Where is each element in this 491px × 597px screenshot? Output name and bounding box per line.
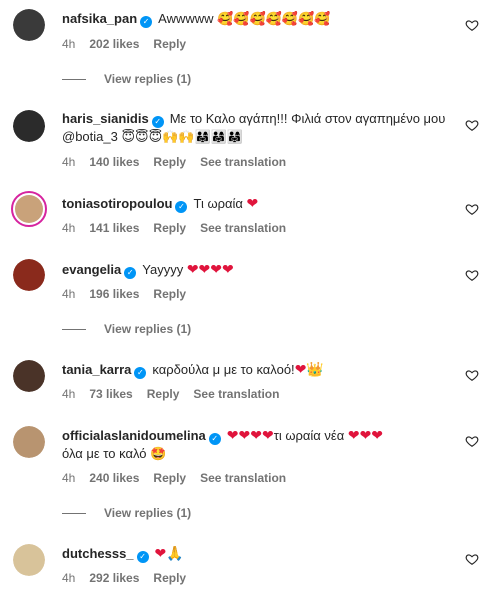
see-translation-button[interactable]: See translation — [193, 387, 279, 401]
comment-time[interactable]: 4h — [62, 287, 75, 301]
reply-button[interactable]: Reply — [153, 471, 186, 485]
comment-emoji: ❤👑 — [294, 361, 324, 377]
reply-button[interactable]: Reply — [153, 155, 186, 169]
avatar[interactable] — [13, 360, 45, 392]
comment-time[interactable]: 4h — [62, 221, 75, 235]
comment-username[interactable]: officialaslanidoumelina — [62, 428, 206, 443]
heart-outline-icon[interactable] — [465, 202, 479, 216]
verified-badge-icon: ✓ — [208, 433, 221, 445]
verified-badge-icon: ✓ — [134, 367, 147, 379]
verified-badge-icon: ✓ — [140, 16, 153, 28]
comment-text: Awwwww — [158, 11, 214, 26]
comment-time[interactable]: 4h — [62, 387, 75, 401]
view-replies-button[interactable]: View replies (1) — [62, 506, 191, 520]
heart-outline-icon[interactable] — [465, 268, 479, 282]
comment-text: τι ωραία νέα — [273, 428, 345, 443]
comment-time[interactable]: 4h — [62, 37, 75, 51]
comment-emoji: ❤ — [246, 195, 259, 211]
comment-likes[interactable]: 140 likes — [89, 155, 139, 169]
see-translation-button[interactable]: See translation — [200, 155, 286, 169]
view-replies-label: View replies (1) — [104, 506, 192, 520]
comment-time[interactable]: 4h — [62, 155, 75, 169]
reply-button[interactable]: Reply — [153, 221, 186, 235]
view-replies-button[interactable]: View replies (1) — [62, 72, 191, 86]
comment-username[interactable]: nafsika_pan — [62, 11, 137, 26]
comment-likes[interactable]: 141 likes — [89, 221, 139, 235]
comment-time[interactable]: 4h — [62, 471, 75, 485]
reply-button[interactable]: Reply — [153, 287, 186, 301]
comment-emoji-line2: 🤩 — [150, 447, 167, 462]
verified-badge-icon: ✓ — [124, 267, 137, 279]
verified-badge-icon: ✓ — [136, 551, 149, 563]
comment-username[interactable]: haris_sianidis — [62, 111, 149, 126]
avatar[interactable] — [13, 110, 45, 142]
comment-likes[interactable]: 202 likes — [89, 37, 139, 51]
heart-outline-icon[interactable] — [465, 118, 479, 132]
heart-outline-icon[interactable] — [465, 552, 479, 566]
heart-outline-icon[interactable] — [465, 18, 479, 32]
avatar[interactable] — [13, 544, 45, 576]
see-translation-button[interactable]: See translation — [200, 221, 286, 235]
comment-likes[interactable]: 292 likes — [89, 571, 139, 585]
view-replies-label: View replies (1) — [104, 72, 192, 86]
comment-time[interactable]: 4h — [62, 571, 75, 585]
comment-username[interactable]: tania_karra — [62, 362, 131, 377]
comment-emoji-before: ❤❤❤❤ — [226, 427, 274, 443]
comment-text-line2: όλα με το καλό — [62, 446, 147, 461]
comment-emoji: ❤❤❤ — [347, 427, 384, 443]
comment-username[interactable]: dutchesss_ — [62, 546, 134, 561]
avatar[interactable] — [13, 426, 45, 458]
avatar[interactable] — [13, 9, 45, 41]
reply-button[interactable]: Reply — [147, 387, 180, 401]
comment-username[interactable]: toniasotiropoulou — [62, 196, 172, 211]
divider — [62, 512, 86, 514]
comment-emoji: ❤❤❤❤ — [186, 261, 234, 277]
verified-badge-icon: ✓ — [151, 116, 164, 128]
reply-button[interactable]: Reply — [153, 571, 186, 585]
view-replies-label: View replies (1) — [104, 322, 192, 336]
divider — [62, 328, 86, 330]
comment-text: Τι ωραία — [193, 196, 243, 211]
heart-outline-icon[interactable] — [465, 434, 479, 448]
divider — [62, 78, 86, 80]
comment-emoji: ❤🙏 — [154, 545, 184, 561]
comment-emoji: 🥰🥰🥰🥰🥰🥰🥰 — [217, 12, 331, 27]
comment-emoji: 😇😇😇🙌🙌👨‍👩‍👧👨‍👩‍👧👨‍👩‍👧 — [121, 130, 244, 145]
avatar[interactable] — [13, 259, 45, 291]
comment-username[interactable]: evangelia — [62, 262, 121, 277]
verified-badge-icon: ✓ — [175, 201, 188, 213]
reply-button[interactable]: Reply — [153, 37, 186, 51]
heart-outline-icon[interactable] — [465, 368, 479, 382]
see-translation-button[interactable]: See translation — [200, 471, 286, 485]
comment-text: Yayyyy — [142, 262, 184, 277]
view-replies-button[interactable]: View replies (1) — [62, 322, 191, 336]
comment-text: καρδούλα μ με το καλοό! — [152, 362, 295, 377]
comment-likes[interactable]: 196 likes — [89, 287, 139, 301]
comment-likes[interactable]: 240 likes — [89, 471, 139, 485]
avatar[interactable] — [11, 191, 47, 227]
comment-likes[interactable]: 73 likes — [89, 387, 132, 401]
